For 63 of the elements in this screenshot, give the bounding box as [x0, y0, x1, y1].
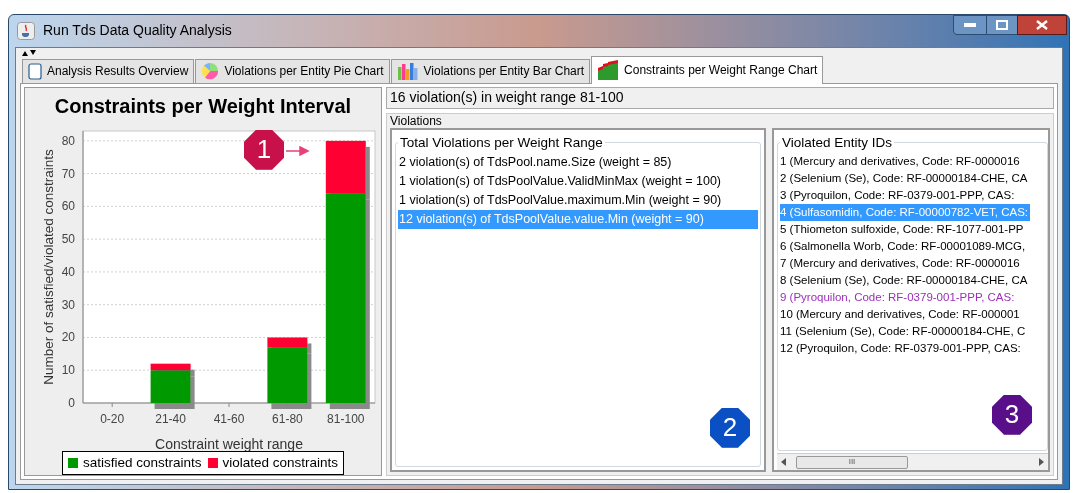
close-button[interactable]: [1017, 15, 1067, 35]
tab[interactable]: Analysis Results Overview: [22, 58, 195, 83]
scrollbar-thumb[interactable]: III: [796, 455, 908, 469]
list-item[interactable]: 9 (Pyroquilon, Code: RF-0379-001-PPP, CAS:: [780, 289, 1017, 306]
list-item[interactable]: 7 (Mercury and derivatives, Code: RF-0000016: [780, 255, 1022, 272]
x-tick-label: 21-40: [155, 411, 186, 426]
list-item[interactable]: 1 (Mercury and derivatives, Code: RF-0000016: [780, 153, 1022, 170]
minimize-button[interactable]: [953, 15, 987, 35]
y-tick-label: 10: [61, 363, 75, 377]
maximize-icon: [996, 20, 1008, 30]
legend-label: satisfied constraints: [82, 453, 202, 472]
y-tick-label: 0: [68, 395, 75, 410]
y-tick-label: 60: [61, 199, 75, 214]
y-tick-label: 70: [61, 166, 75, 181]
list-item[interactable]: 5 (Thiometon sulfoxide, Code: RF-1077-001-PP: [780, 221, 1026, 238]
list-item[interactable]: 11 (Selenium (Se), Code: RF-00000184-CHE, C: [780, 323, 1028, 340]
legend-swatch: [67, 457, 78, 468]
list-item[interactable]: 2 violation(s) of TdsPool.name.Size (weight = 85): [398, 153, 758, 172]
list-item[interactable]: 12 (Pyroquilon, Code: RF-0379-001-PPP, CAS:: [780, 340, 1023, 357]
callout-badge: 3: [992, 394, 1032, 435]
close-icon: [1036, 20, 1048, 30]
window-title: Run Tds Data Quality Analysis: [43, 21, 232, 41]
y-tick-label: 30: [61, 297, 75, 312]
list-item[interactable]: 3 (Pyroquilon, Code: RF-0379-001-PPP, CAS:: [780, 187, 1017, 204]
x-tick-label: 41-60: [213, 411, 245, 426]
y-tick-label: 40: [61, 264, 75, 279]
chart-title: Constraints per Weight Interval: [54, 93, 352, 119]
callout-badge: 2: [710, 407, 750, 448]
list-item[interactable]: 2 (Selenium (Se), Code: RF-00000184-CHE, CA: [780, 170, 1030, 187]
minimize-icon: [964, 23, 976, 27]
x-tick-label: 61-80: [272, 411, 303, 426]
y-tick-label: 20: [61, 330, 75, 345]
java-cup-icon: [17, 21, 35, 40]
panel-title: Violated Entity IDs: [781, 133, 894, 152]
tab[interactable]: Violations per Entity Pie Chart: [195, 58, 390, 83]
tab[interactable]: Violations per Entity Bar Chart: [390, 58, 591, 83]
tab[interactable]: Constraints per Weight Range Chart: [591, 55, 824, 84]
list-item[interactable]: 8 (Selenium (Se), Code: RF-00000184-CHE, CA: [780, 272, 1030, 289]
y-tick-label: 50: [61, 231, 75, 246]
y-axis-title: Number of satisfied/violated constraints: [41, 148, 56, 385]
panel-title: Total Violations per Weight Range: [399, 133, 604, 152]
y-tick-label: 80: [61, 133, 75, 148]
maximize-button[interactable]: [987, 15, 1017, 35]
list-item[interactable]: 10 (Mercury and derivatives, Code: RF-000001: [780, 306, 1022, 323]
legend-label: violated constraints: [222, 453, 339, 472]
list-item[interactable]: 1 violation(s) of TdsPoolValue.maximum.Min (weight = 90): [398, 191, 758, 210]
x-tick-label: 0-20: [100, 411, 125, 426]
bar-chart-icon: [396, 62, 419, 81]
collapse-arrows-icon: [20, 49, 38, 56]
list-item[interactable]: 6 (Salmonella Worb, Code: RF-00001089-MCG,: [780, 238, 1028, 255]
legend-swatch: [207, 457, 218, 468]
pie-chart-icon: [201, 62, 220, 81]
group-title: Violations: [390, 113, 443, 128]
scroll-left-icon: [781, 458, 786, 466]
x-tick-label: 81-100: [327, 411, 365, 426]
list-item[interactable]: 1 violation(s) of TdsPoolValue.ValidMinMax (weight = 100): [398, 172, 758, 191]
stacked-chart-icon: [597, 60, 620, 81]
scroll-right-icon: [1039, 458, 1044, 466]
x-axis-title: Constraint weight range: [155, 435, 303, 452]
horizontal-scrollbar[interactable]: III: [777, 453, 1048, 470]
callout-arrow: [286, 145, 310, 156]
notepad-icon: [28, 62, 42, 80]
summary-bar: 16 violation(s) in weight range 81-100: [386, 86, 1054, 109]
